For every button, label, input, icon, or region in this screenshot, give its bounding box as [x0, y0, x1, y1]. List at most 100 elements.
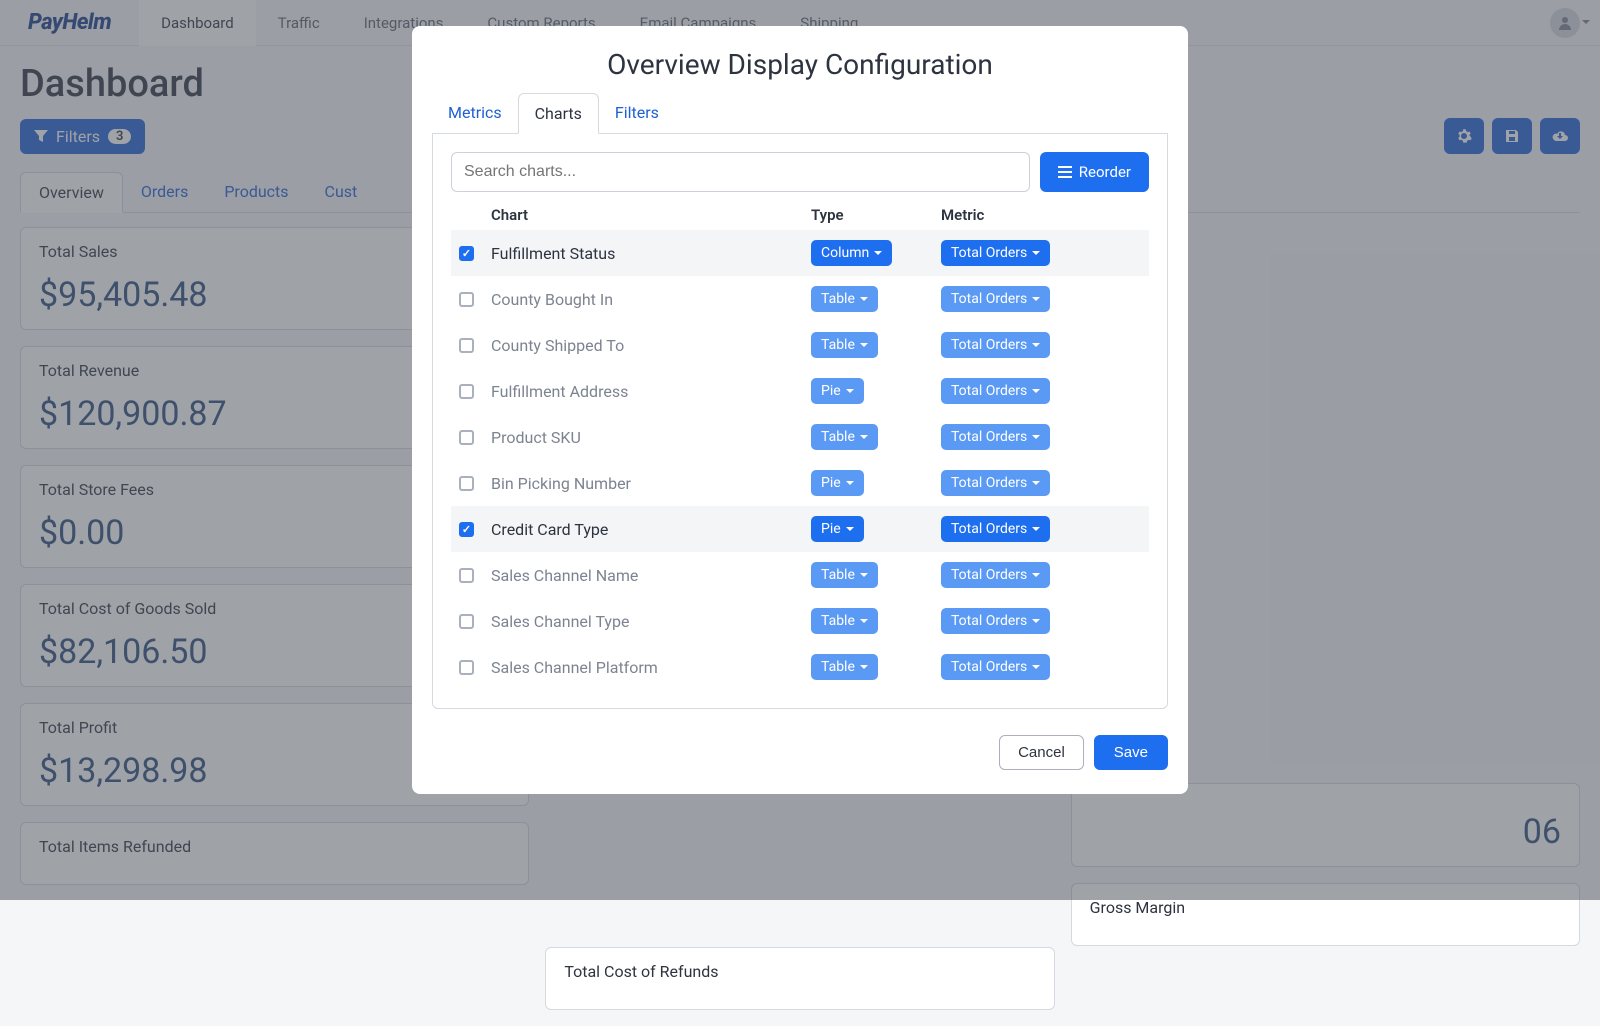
chart-row: Bin Picking NumberPie Total Orders — [451, 460, 1149, 506]
metric-value: Total Orders — [951, 337, 1027, 353]
chevron-down-icon — [1032, 297, 1040, 305]
metric-value: Total Orders — [951, 659, 1027, 675]
type-value: Table — [821, 429, 855, 445]
col-metric: Metric — [941, 206, 1141, 224]
chart-list: Fulfillment StatusColumnTotal OrdersCoun… — [451, 230, 1149, 690]
chart-name: Product SKU — [491, 428, 811, 447]
chart-checkbox[interactable] — [459, 660, 474, 675]
type-value: Table — [821, 567, 855, 583]
type-dropdown[interactable]: Pie — [811, 378, 864, 404]
chevron-down-icon — [860, 297, 868, 305]
metric-value: Total Orders — [951, 429, 1027, 445]
type-value: Table — [821, 337, 855, 353]
chevron-down-icon — [1032, 389, 1040, 397]
chevron-down-icon — [846, 481, 854, 489]
reorder-button[interactable]: Reorder — [1040, 152, 1149, 192]
cancel-button[interactable]: Cancel — [999, 735, 1084, 770]
type-value: Pie — [821, 383, 841, 399]
modal-body: Reorder Chart Type Metric Fulfillment St… — [432, 134, 1168, 709]
chevron-down-icon — [860, 343, 868, 351]
chart-checkbox[interactable] — [459, 476, 474, 491]
type-dropdown[interactable]: Pie — [811, 516, 864, 542]
chart-checkbox[interactable] — [459, 430, 474, 445]
metric-dropdown[interactable]: Total Orders — [941, 286, 1050, 312]
chart-row: Product SKU Table Total Orders — [451, 414, 1149, 460]
metric-dropdown[interactable]: Total Orders — [941, 654, 1050, 680]
modal-tab-filters[interactable]: Filters — [599, 93, 675, 133]
type-dropdown[interactable]: Table — [811, 562, 878, 588]
chevron-down-icon — [860, 573, 868, 581]
type-dropdown[interactable]: Table — [811, 608, 878, 634]
chart-name: County Shipped To — [491, 336, 811, 355]
chart-name: Sales Channel Platform — [491, 658, 811, 677]
chart-checkbox[interactable] — [459, 614, 474, 629]
chevron-down-icon — [846, 527, 854, 535]
chart-checkbox[interactable] — [459, 384, 474, 399]
search-charts-input[interactable] — [451, 152, 1030, 192]
type-value: Table — [821, 291, 855, 307]
col-chart: Chart — [491, 206, 811, 224]
modal-footer: Cancel Save — [432, 735, 1168, 770]
metric-value: Total Orders — [951, 613, 1027, 629]
list-icon — [1058, 166, 1072, 178]
metric-dropdown[interactable]: Total Orders — [941, 332, 1050, 358]
metric-value: Total Orders — [951, 383, 1027, 399]
modal-tab-charts[interactable]: Charts — [518, 93, 599, 134]
chart-row: County Bought InTableTotal Orders — [451, 276, 1149, 322]
chart-name: Bin Picking Number — [491, 474, 811, 493]
modal-title: Overview Display Configuration — [432, 48, 1168, 81]
metric-dropdown[interactable]: Total Orders — [941, 424, 1050, 450]
chevron-down-icon — [1032, 665, 1040, 673]
type-dropdown[interactable]: Table — [811, 424, 878, 450]
metric-value: Total Orders — [951, 475, 1027, 491]
chart-row: Credit Card TypePie Total Orders — [451, 506, 1149, 552]
chart-row: Sales Channel TypeTable Total Orders — [451, 598, 1149, 644]
chevron-down-icon — [860, 435, 868, 443]
save-button[interactable]: Save — [1094, 735, 1168, 770]
chart-name: Credit Card Type — [491, 520, 811, 539]
type-dropdown[interactable]: Pie — [811, 470, 864, 496]
chart-name: Sales Channel Name — [491, 566, 811, 585]
metric-dropdown[interactable]: Total Orders — [941, 378, 1050, 404]
chart-checkbox[interactable] — [459, 246, 474, 261]
chevron-down-icon — [860, 665, 868, 673]
modal-tab-metrics[interactable]: Metrics — [432, 93, 518, 133]
chart-checkbox[interactable] — [459, 522, 474, 537]
metric-dropdown[interactable]: Total Orders — [941, 516, 1050, 542]
config-modal: Overview Display Configuration MetricsCh… — [412, 26, 1188, 794]
metric-card: Total Cost of Refunds — [545, 947, 1054, 1010]
modal-overlay[interactable]: Overview Display Configuration MetricsCh… — [0, 0, 1600, 900]
type-value: Table — [821, 659, 855, 675]
chart-row: Fulfillment Status Column Total Orders — [451, 230, 1149, 276]
metric-dropdown[interactable]: Total Orders — [941, 240, 1050, 266]
chevron-down-icon — [1032, 435, 1040, 443]
chart-checkbox[interactable] — [459, 292, 474, 307]
type-dropdown[interactable]: Table — [811, 286, 878, 312]
chart-name: Fulfillment Status — [491, 244, 811, 263]
chart-checkbox[interactable] — [459, 568, 474, 583]
chart-checkbox[interactable] — [459, 338, 474, 353]
chart-list-header: Chart Type Metric — [451, 192, 1149, 230]
type-dropdown[interactable]: Table — [811, 332, 878, 358]
chevron-down-icon — [1032, 251, 1040, 259]
type-dropdown[interactable]: Table — [811, 654, 878, 680]
chevron-down-icon — [846, 389, 854, 397]
metric-value: Total Orders — [951, 291, 1027, 307]
metric-dropdown[interactable]: Total Orders — [941, 470, 1050, 496]
chart-row: County Shipped To Table Total Orders — [451, 322, 1149, 368]
chart-row: Sales Channel Platform Table Total Orders — [451, 644, 1149, 690]
chevron-down-icon — [1032, 619, 1040, 627]
chevron-down-icon — [1032, 481, 1040, 489]
chevron-down-icon — [860, 619, 868, 627]
modal-tabs: MetricsChartsFilters — [432, 93, 1168, 134]
metric-dropdown[interactable]: Total Orders — [941, 562, 1050, 588]
metric-label: Gross Margin — [1090, 898, 1561, 917]
chart-name: Sales Channel Type — [491, 612, 811, 631]
chevron-down-icon — [874, 251, 882, 259]
type-value: Column — [821, 245, 869, 261]
col-type: Type — [811, 206, 941, 224]
type-dropdown[interactable]: Column — [811, 240, 892, 266]
chevron-down-icon — [1032, 343, 1040, 351]
chart-name: Fulfillment Address — [491, 382, 811, 401]
metric-dropdown[interactable]: Total Orders — [941, 608, 1050, 634]
